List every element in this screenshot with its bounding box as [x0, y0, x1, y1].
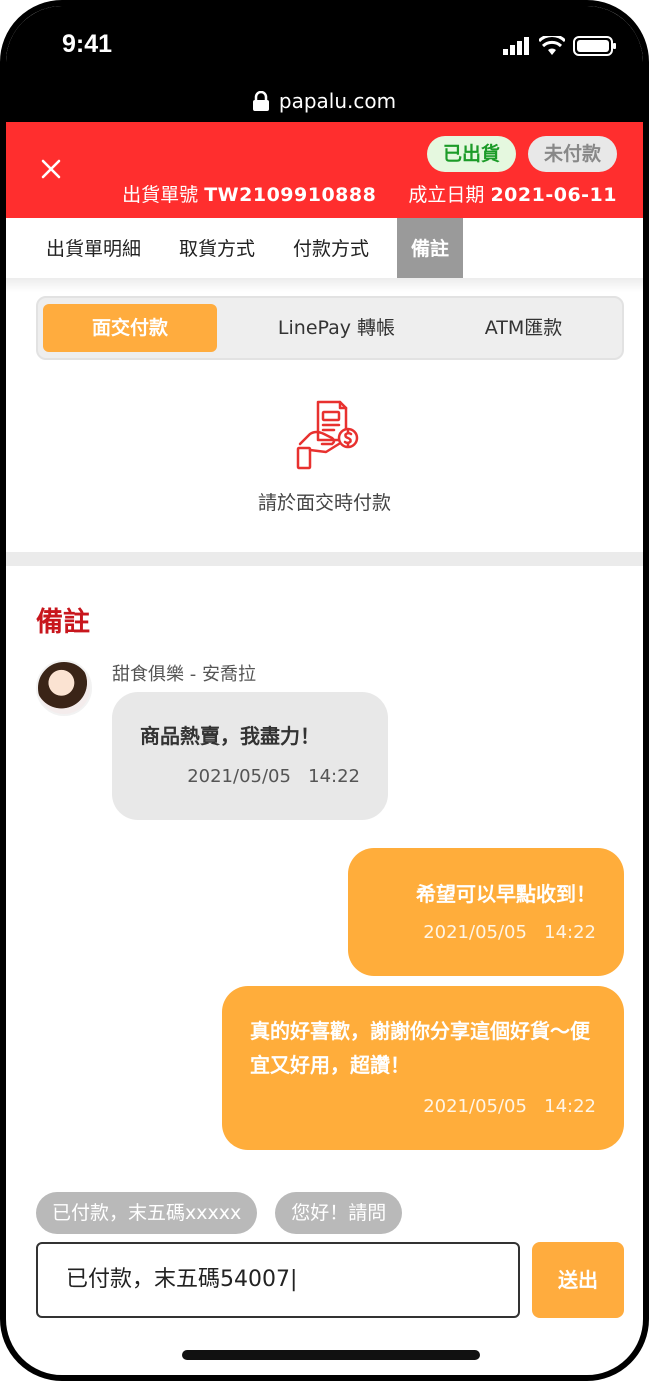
browser-url-bar[interactable]: papalu.com — [6, 78, 643, 124]
message-timestamp: 2021/05/05 14:22 — [187, 766, 360, 787]
section-divider — [6, 552, 643, 566]
message-timestamp: 2021/05/05 14:22 — [423, 1096, 596, 1117]
message-bubble-sent: 真的好喜歡，謝謝你分享這個好貨～便宜又好用，超讚！ 2021/05/05 14:… — [222, 986, 624, 1150]
order-tabs: 出貨單明細 取貨方式 付款方式 備註 — [6, 218, 643, 280]
lock-icon — [252, 91, 269, 111]
browser-url: papalu.com — [278, 89, 397, 113]
send-button[interactable]: 送出 — [532, 1242, 624, 1318]
status-bar: 9:41 — [6, 6, 643, 78]
sender-avatar — [36, 660, 92, 716]
cash-payment-icon — [296, 400, 359, 470]
close-icon[interactable] — [36, 154, 66, 184]
tab-pickup-method[interactable]: 取貨方式 — [165, 218, 269, 280]
payment-option-linepay[interactable]: LinePay 轉帳 — [243, 304, 430, 352]
payment-option-face-to-face[interactable]: 面交付款 — [43, 304, 217, 352]
payment-option-selector: 面交付款 LinePay 轉帳 ATM匯款 — [36, 296, 624, 360]
sender-name: 甜食俱樂 - 安喬拉 — [112, 664, 256, 685]
message-text: 商品熱賣，我盡力！ — [140, 724, 320, 748]
battery-icon — [573, 36, 616, 56]
tab-notes[interactable]: 備註 — [397, 218, 464, 280]
status-time: 9:41 — [62, 30, 113, 58]
phone-frame: 9:41 papalu.com 已出貨 未付款 出貨單號 TW210991088… — [0, 0, 649, 1381]
order-info: 出貨單號 TW2109910888 成立日期 2021-06-11 — [122, 180, 617, 207]
payment-option-atm[interactable]: ATM匯款 — [430, 304, 617, 352]
message-text: 真的好喜歡，謝謝你分享這個好貨～便宜又好用，超讚！ — [250, 1019, 590, 1077]
wifi-icon — [539, 36, 565, 55]
order-status-badges: 已出貨 未付款 — [426, 136, 617, 172]
signal-icon — [503, 37, 529, 55]
unpaid-badge: 未付款 — [527, 136, 617, 172]
order-number: TW2109910888 — [204, 184, 377, 206]
home-indicator — [182, 1350, 480, 1360]
tab-payment-method[interactable]: 付款方式 — [279, 218, 383, 280]
tabs-shadow — [6, 278, 643, 292]
message-timestamp: 2021/05/05 14:22 — [423, 922, 596, 943]
tab-shipment-details[interactable]: 出貨單明細 — [32, 218, 155, 280]
message-bubble-sent: 希望可以早點收到！ 2021/05/05 14:22 — [348, 848, 624, 976]
message-bubble-received: 商品熱賣，我盡力！ 2021/05/05 14:22 — [112, 692, 388, 820]
order-date: 2021-06-11 — [490, 184, 617, 206]
status-icons — [503, 36, 617, 56]
notes-title: 備註 — [36, 607, 90, 638]
payment-instruction: 請於面交時付款 — [257, 492, 391, 514]
message-input[interactable]: 已付款，末五碼54007| — [36, 1242, 520, 1318]
message-text: 希望可以早點收到！ — [416, 882, 596, 906]
quick-replies: 已付款，末五碼xxxxx 您好！請問 — [36, 1192, 403, 1234]
shipped-badge: 已出貨 — [426, 136, 516, 172]
order-date-label: 成立日期 — [408, 184, 485, 206]
quick-reply-chip[interactable]: 已付款，末五碼xxxxx — [36, 1192, 258, 1234]
quick-reply-chip[interactable]: 您好！請問 — [275, 1192, 403, 1234]
order-number-label: 出貨單號 — [122, 184, 199, 206]
order-header: 已出貨 未付款 出貨單號 TW2109910888 成立日期 2021-06-1… — [6, 122, 643, 218]
